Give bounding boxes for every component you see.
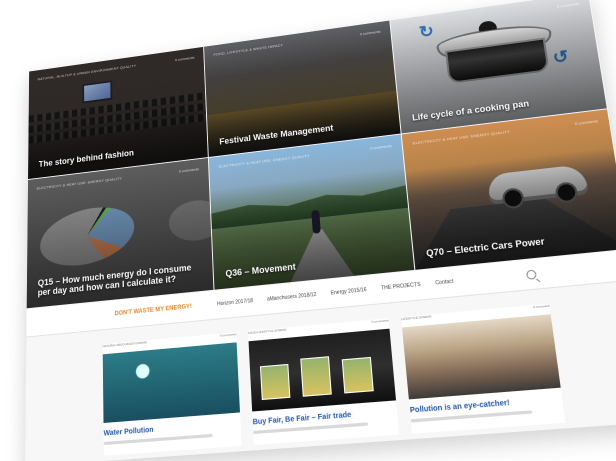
city-photo	[402, 314, 561, 400]
card-category: Lifestyle Domain	[401, 314, 432, 322]
water-photo	[102, 342, 240, 423]
card-comments: 0 comments	[371, 318, 389, 324]
food-photo	[248, 328, 397, 412]
card-comments: 0 comment	[532, 303, 550, 310]
nav-item-contact[interactable]: Contact	[435, 279, 454, 287]
website-screenshot: Natural, Builtup & Urban Environment Qua…	[25, 0, 616, 461]
article-card-pollution[interactable]: Lifestyle Domain 0 comment Pollution is …	[401, 303, 566, 434]
article-card-fair-trade[interactable]: Food Lifestyle Domain 0 comments Buy Fai…	[247, 318, 400, 445]
food-box-icon	[300, 356, 332, 397]
card-comments: 0 comments	[219, 332, 237, 338]
food-box-icon	[259, 363, 291, 401]
city-image	[402, 314, 561, 400]
card-title[interactable]: Pollution is an eye-catcher!	[410, 395, 563, 414]
card-category: Food Lifestyle Domain	[247, 327, 287, 336]
site-brand[interactable]: DON'T WASTE MY ENERGY!	[114, 304, 191, 317]
page-stage: Natural, Builtup & Urban Environment Qua…	[0, 0, 616, 461]
search-icon[interactable]	[525, 269, 537, 280]
nav-item-projects[interactable]: THE PROJECTS	[381, 282, 421, 292]
food-box-icon	[341, 356, 374, 394]
water-image	[102, 342, 240, 423]
hero-tile-movement[interactable]: Electricity & Heat Use: Energy Quality 0…	[208, 134, 416, 291]
hero-tile-energy[interactable]: Electricity & Heat Use: Energy Quality 0…	[26, 157, 215, 310]
hero-tile-car[interactable]: Electricity & Heat Use: Energy Quality 0…	[401, 109, 616, 271]
card-category: Natural Resources Domain	[102, 340, 147, 349]
article-card-water-pollution[interactable]: Natural Resources Domain 0 comments Wate…	[102, 332, 242, 456]
card-title[interactable]: Water Pollution	[104, 420, 241, 438]
nav-item-manchusers[interactable]: aManchusers 2018/12	[267, 292, 317, 303]
card-title[interactable]: Buy Fair, Be Fair – Fair trade	[253, 408, 398, 427]
hero-tile-fashion[interactable]: Natural, Builtup & Urban Environment Qua…	[28, 46, 209, 180]
nav-item-energy[interactable]: Energy 2015/16	[330, 287, 367, 297]
nav-item-horizon[interactable]: Horizon 2017/18	[217, 298, 253, 307]
